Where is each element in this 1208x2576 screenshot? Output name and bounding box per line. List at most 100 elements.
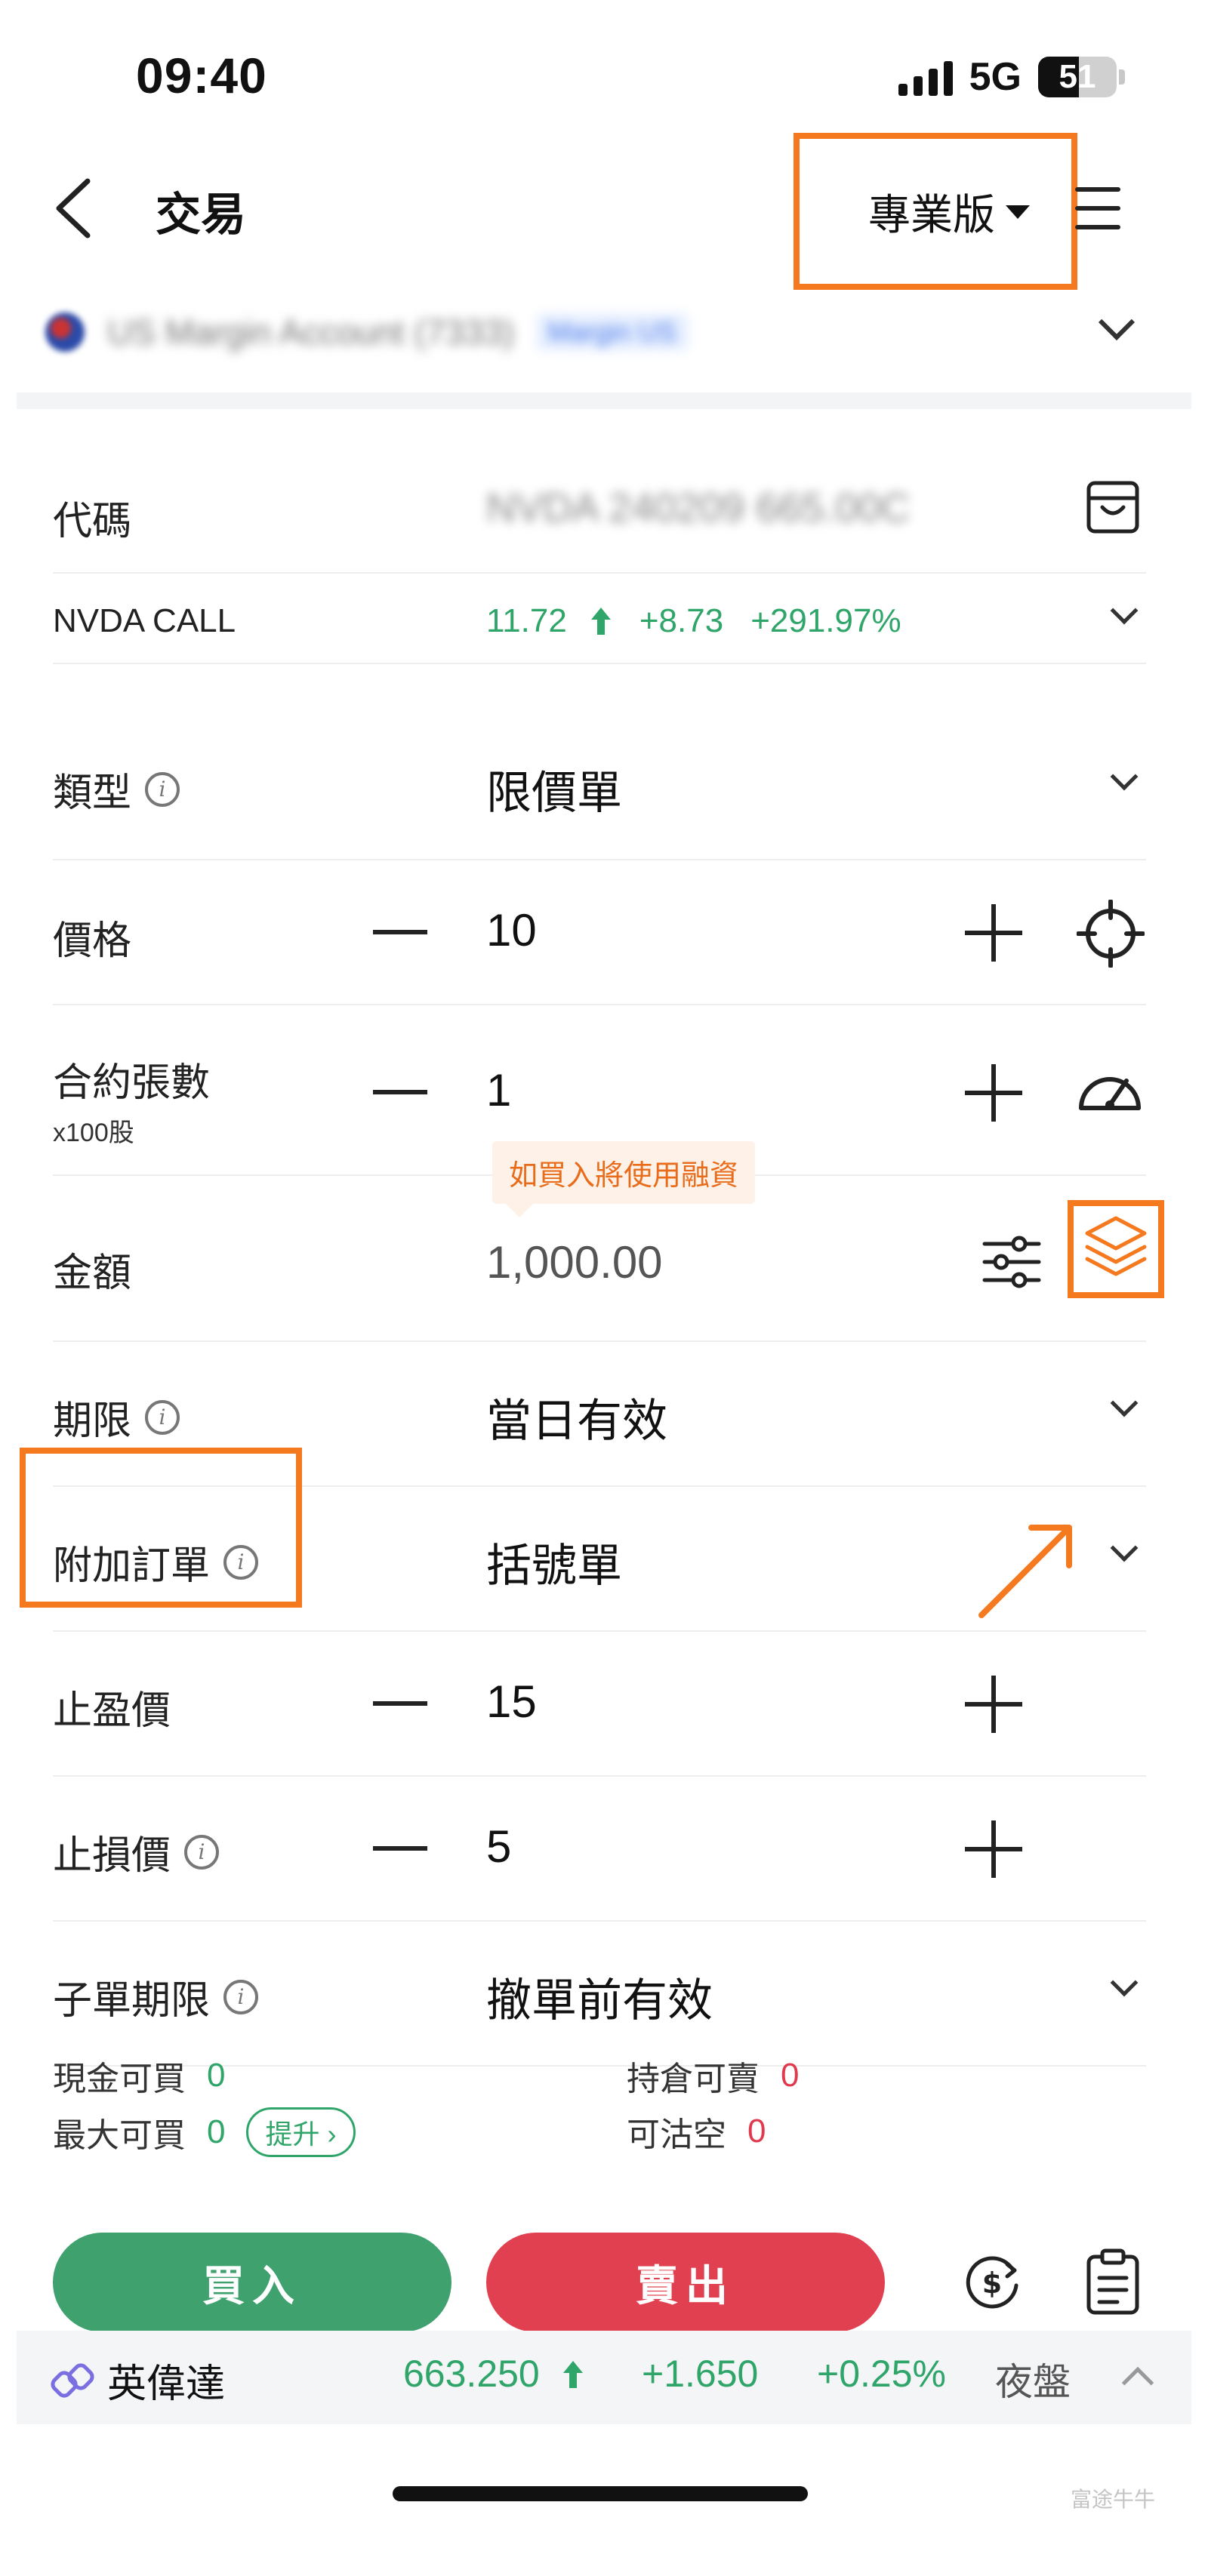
arrow-up-icon — [590, 608, 611, 635]
take-profit-label: 止盈價 — [53, 1689, 171, 1733]
symbol-row[interactable]: 代碼 NVDA 240209 665.00C — [53, 447, 1146, 574]
attached-order-value[interactable]: 括號單 — [486, 1529, 622, 1595]
take-profit-decrement-button[interactable] — [373, 1701, 427, 1706]
watchlist-box-icon[interactable] — [1084, 479, 1142, 536]
ticker-name: 英偉達 — [107, 2362, 226, 2406]
annotation-arrow-icon — [978, 1525, 1072, 1618]
position-sell-label: 持倉可賣 — [627, 2060, 760, 2097]
info-icon[interactable]: i — [223, 1979, 259, 2014]
contracts-label: 合約張數 — [53, 1061, 211, 1105]
cash-buy-info: 現金可買 0 — [53, 2051, 225, 2100]
layers-icon[interactable] — [1083, 1212, 1149, 1283]
price-input[interactable]: 10 — [486, 904, 537, 956]
chevron-down-icon[interactable] — [1110, 762, 1139, 791]
ticker-price: 663.250 — [403, 2353, 540, 2395]
contracts-increment-button[interactable] — [965, 1064, 1022, 1122]
home-indicator — [393, 2486, 808, 2501]
caret-down-icon — [1006, 205, 1030, 219]
chevron-down-icon[interactable] — [1110, 1534, 1139, 1562]
network-type: 5G — [969, 55, 1022, 99]
max-buy-info: 最大可買 0 提升 › — [53, 2107, 356, 2157]
stop-loss-decrement-button[interactable] — [373, 1846, 427, 1851]
quote-price: 11.72 — [486, 602, 567, 639]
signal-icon — [898, 58, 953, 96]
watermark: 富途牛牛 — [1070, 2488, 1155, 2511]
stop-loss-input[interactable]: 5 — [486, 1820, 511, 1873]
order-type-label: 類型 — [53, 771, 132, 815]
status-indicators: 5G 51 — [898, 54, 1125, 100]
short-sell-info: 可沽空 0 — [627, 2107, 766, 2156]
status-time: 09:40 — [136, 48, 267, 103]
version-label: 專業版 — [868, 191, 995, 239]
contracts-input[interactable]: 1 — [486, 1064, 511, 1116]
clipboard-icon[interactable] — [1084, 2248, 1142, 2316]
child-duration-value[interactable]: 撤單前有效 — [486, 1964, 713, 2030]
contract-name: NVDA CALL — [53, 602, 236, 639]
chevron-down-icon[interactable] — [1110, 1389, 1139, 1417]
currency-exchange-icon[interactable]: $ — [960, 2251, 1024, 2314]
account-flag-icon — [45, 312, 85, 352]
amount-row: 金額 1,000.00 — [53, 1176, 1146, 1342]
attached-order-highlight-box — [20, 1448, 302, 1608]
account-tag: Margin US — [535, 313, 689, 351]
buy-button[interactable]: 買入 — [53, 2233, 451, 2332]
position-sell-info: 持倉可賣 0 — [627, 2051, 799, 2100]
battery-icon: 51 — [1038, 57, 1125, 97]
position-sell-value: 0 — [781, 2057, 800, 2094]
duration-label: 期限 — [53, 1399, 132, 1443]
cash-buy-label: 現金可買 — [53, 2060, 186, 2097]
arrow-up-icon — [563, 2361, 583, 2388]
short-sell-value: 0 — [747, 2113, 766, 2150]
amount-value: 1,000.00 — [486, 1237, 663, 1288]
symbol-label: 代碼 — [53, 500, 132, 543]
chevron-down-icon[interactable] — [1110, 596, 1139, 625]
info-icon[interactable]: i — [145, 1399, 180, 1435]
info-icon[interactable]: i — [145, 771, 180, 807]
upgrade-button[interactable]: 提升 › — [246, 2107, 356, 2157]
ticker-change-pct: +0.25% — [817, 2353, 946, 2395]
order-type-value[interactable]: 限價單 — [486, 756, 622, 822]
sell-button[interactable]: 賣出 — [486, 2233, 885, 2332]
contracts-multiplier: x100股 — [53, 1119, 134, 1147]
amount-label: 金額 — [53, 1251, 132, 1295]
page-title: 交易 — [156, 189, 246, 240]
take-profit-increment-button[interactable] — [965, 1676, 1022, 1733]
chevron-down-icon[interactable] — [1110, 1968, 1139, 1997]
price-decrement-button[interactable] — [373, 930, 427, 934]
symbol-value[interactable]: NVDA 240209 665.00C — [486, 485, 910, 531]
ticker-change: +1.650 — [642, 2353, 759, 2395]
ticker-session: 夜盤 — [995, 2361, 1071, 2403]
sliders-icon[interactable] — [982, 1235, 1042, 1289]
quote-row[interactable]: NVDA CALL 11.72 +8.73 +291.97% — [53, 574, 1146, 664]
stop-loss-increment-button[interactable] — [965, 1820, 1022, 1878]
quote-change-pct: +291.97% — [750, 602, 901, 639]
info-icon[interactable]: i — [184, 1834, 220, 1870]
account-selector[interactable]: US Margin Account (7333) Margin US — [45, 302, 1163, 362]
menu-icon[interactable] — [1075, 187, 1120, 229]
take-profit-input[interactable]: 15 — [486, 1676, 537, 1728]
stop-loss-row: 止損價 i 5 — [53, 1777, 1146, 1922]
speedometer-icon[interactable] — [1074, 1058, 1146, 1119]
version-switch-button[interactable]: 專業版 — [868, 181, 1030, 242]
max-buy-label: 最大可買 — [53, 2117, 186, 2154]
price-increment-button[interactable] — [965, 904, 1022, 962]
back-icon[interactable] — [54, 178, 92, 239]
max-buy-value: 0 — [207, 2113, 226, 2150]
duration-value[interactable]: 當日有效 — [486, 1384, 667, 1450]
svg-text:$: $ — [982, 2267, 1002, 2300]
link-icon — [51, 2363, 94, 2398]
contracts-decrement-button[interactable] — [373, 1090, 427, 1094]
child-duration-row[interactable]: 子單期限 i 撤單前有效 — [53, 1922, 1146, 2067]
stop-loss-label: 止損價 — [53, 1834, 171, 1878]
price-label: 價格 — [53, 919, 132, 963]
order-type-row[interactable]: 類型 i 限價單 — [53, 714, 1146, 860]
take-profit-row: 止盈價 15 — [53, 1632, 1146, 1777]
short-sell-label: 可沽空 — [627, 2116, 726, 2153]
account-name: US Margin Account (7333) — [107, 312, 515, 352]
child-duration-label: 子單期限 — [53, 1979, 211, 2023]
cash-buy-value: 0 — [207, 2057, 226, 2094]
section-divider — [17, 392, 1191, 409]
quote-change: +8.73 — [639, 602, 724, 639]
crosshair-icon[interactable] — [1077, 900, 1145, 968]
price-row: 價格 10 — [53, 860, 1146, 1005]
